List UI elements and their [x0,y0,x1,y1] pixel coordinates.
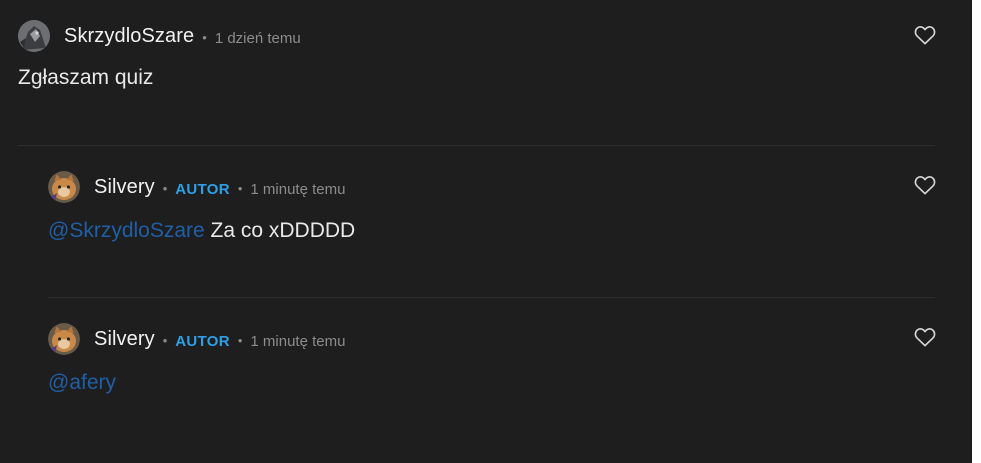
timestamp: 1 dzień temu [214,29,301,47]
comment-body: Zgłaszam quiz [18,66,154,89]
username[interactable]: Silvery [94,176,155,199]
comments-section: SkrzydloSzare • 1 dzień temu Zgłaszam qu… [0,0,972,463]
reply-header: Silvery • AUTOR • 1 minutę temu [48,323,345,355]
separator-dot: • [237,180,243,196]
separator-dot: • [162,332,168,348]
heart-outline-icon[interactable] [914,25,936,45]
author-badge: AUTOR [175,332,230,350]
reply-text: Za co xDDDDD [204,219,356,242]
reply-header: Silvery • AUTOR • 1 minutę temu [48,171,345,203]
comment-header: SkrzydloSzare • 1 dzień temu [18,20,301,52]
reply-body: @afery [48,371,116,395]
user-mention-link[interactable]: @afery [48,371,116,394]
divider [48,297,935,298]
author-badge: AUTOR [175,180,230,198]
separator-dot: • [237,332,243,348]
heart-outline-icon[interactable] [914,175,936,195]
divider [18,145,935,146]
reply-body: @SkrzydloSzare Za co xDDDDD [48,219,355,243]
timestamp: 1 minutę temu [250,332,346,350]
avatar[interactable] [48,323,80,355]
heart-outline-icon[interactable] [914,327,936,347]
separator-dot: • [202,29,207,45]
avatar[interactable] [48,171,80,203]
separator-dot: • [162,180,168,196]
user-mention-link[interactable]: @SkrzydloSzare [48,219,205,242]
username[interactable]: SkrzydloSzare [64,25,194,48]
avatar[interactable] [18,20,50,52]
timestamp: 1 minutę temu [250,180,346,198]
username[interactable]: Silvery [94,328,155,351]
